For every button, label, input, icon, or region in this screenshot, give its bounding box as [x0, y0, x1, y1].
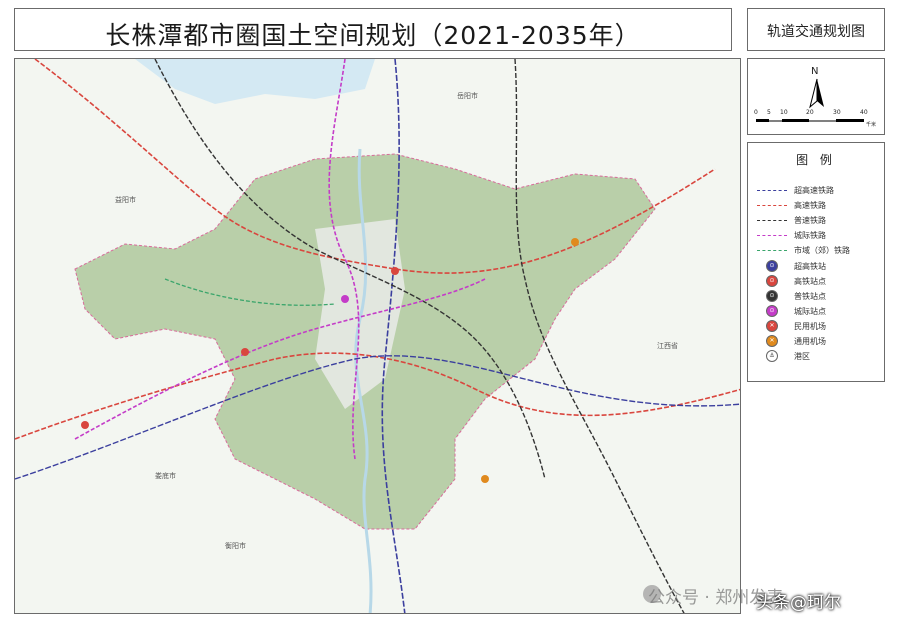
legend-item-intercity-station: ⊙ 城际站点 [756, 304, 826, 318]
subtitle-box: 轨道交通规划图 [747, 8, 885, 51]
station-high-speed[interactable] [81, 421, 89, 429]
label-jiangxi: 江西省 [657, 342, 678, 350]
legend: 图 例 超高速铁路 高速铁路 普速铁路 城际铁路 市域（郊）铁路 ⊙ 超高铁站 ⊙… [747, 142, 885, 382]
legend-item-normal-station: ⊙ 普铁站点 [756, 289, 826, 303]
title-box: 长株潭都市圈国土空间规划（2021-2035年） [14, 8, 732, 51]
legend-item-intercity: 城际铁路 [756, 228, 826, 242]
airport-general[interactable] [571, 238, 579, 246]
north-scale-box: N 0 5 10 20 30 40 千米 [747, 58, 885, 135]
map-area[interactable]: 岳阳市 益阳市 娄底市 衡阳市 江西省 [14, 58, 741, 614]
north-label: N [811, 66, 819, 77]
legend-item-normal-rail: 普速铁路 [756, 213, 826, 227]
plane-icon: ✕ [766, 320, 778, 332]
station-high-speed[interactable] [241, 348, 249, 356]
scale-unit: 千米 [866, 122, 877, 128]
label-yiyang: 益阳市 [115, 196, 136, 204]
legend-item-high-speed: 高速铁路 [756, 198, 826, 212]
train-icon: ⊙ [766, 305, 778, 317]
legend-item-general-airport: ✕ 通用机场 [756, 334, 826, 348]
scale-tick: 5 [767, 109, 771, 116]
legend-item-suburban: 市域（郊）铁路 [756, 243, 850, 257]
legend-item-civil-airport: ✕ 民用机场 [756, 319, 826, 333]
train-icon: ⊙ [766, 290, 778, 302]
station-high-speed[interactable] [391, 267, 399, 275]
watermark-source: 头条@珂尔 [756, 593, 841, 613]
legend-item-super-rail: 超高速铁路 [756, 183, 834, 197]
rail-map [15, 59, 740, 613]
map-subtitle: 轨道交通规划图 [767, 24, 865, 40]
scale-tick: 30 [833, 109, 841, 116]
legend-title: 图 例 [796, 153, 836, 167]
station-intercity[interactable] [341, 295, 349, 303]
legend-item-hs-station: ⊙ 高铁站点 [756, 274, 826, 288]
train-icon: ⊙ [766, 275, 778, 287]
scale-tick: 40 [860, 109, 868, 116]
anchor-icon: ⚓ [766, 350, 778, 362]
plane-icon: ✕ [766, 335, 778, 347]
legend-item-super-station: ⊙ 超高铁站 [756, 259, 826, 273]
scale-tick: 20 [806, 109, 814, 116]
scale-tick: 10 [780, 109, 788, 116]
scale-tick: 0 [754, 109, 758, 116]
label-hengyang: 衡阳市 [225, 542, 246, 550]
map-title: 长株潭都市圈国土空间规划（2021-2035年） [105, 21, 641, 50]
label-yueyang: 岳阳市 [457, 92, 478, 100]
label-loudi: 娄底市 [155, 472, 176, 480]
airport-general[interactable] [481, 475, 489, 483]
train-icon: ⊙ [766, 260, 778, 272]
legend-item-port: ⚓ 港区 [756, 349, 810, 363]
